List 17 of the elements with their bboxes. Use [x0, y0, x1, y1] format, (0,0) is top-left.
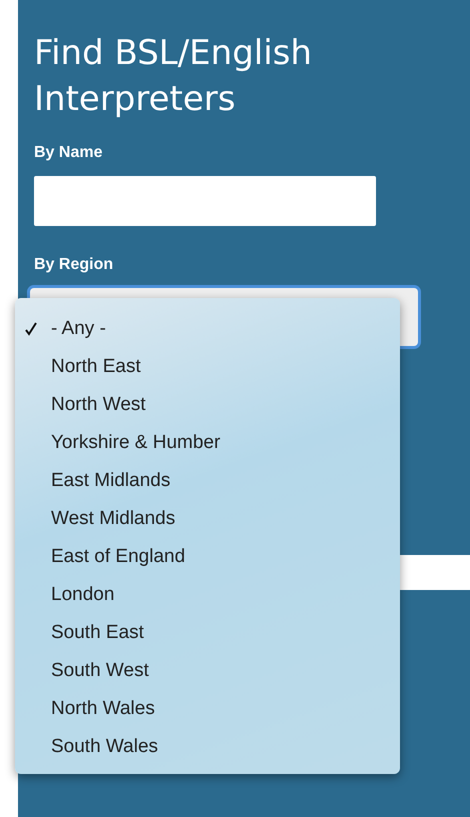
name-input-field[interactable] [34, 176, 376, 226]
dropdown-option[interactable]: West Midlands [15, 500, 400, 538]
dropdown-option[interactable]: - Any - [15, 310, 400, 348]
dropdown-option[interactable]: South East [15, 614, 400, 652]
dropdown-option[interactable]: North Wales [15, 690, 400, 728]
dropdown-option[interactable]: South West [15, 652, 400, 690]
panel-title: Find BSL/English Interpreters [34, 32, 313, 121]
field-label: By Name [34, 144, 104, 162]
dropdown-option[interactable]: London [15, 576, 400, 614]
dropdown-option[interactable]: East of England [15, 538, 400, 576]
dropdown-option[interactable]: Yorkshire & Humber [15, 424, 400, 462]
dropdown-option[interactable]: North East [15, 348, 400, 386]
field-label: By Region [34, 256, 114, 274]
checkmark-icon [25, 322, 37, 336]
dropdown-option[interactable]: North West [15, 386, 400, 424]
dropdown-option[interactable]: East Midlands [15, 462, 400, 500]
dropdown-option[interactable]: South Wales [15, 728, 400, 766]
